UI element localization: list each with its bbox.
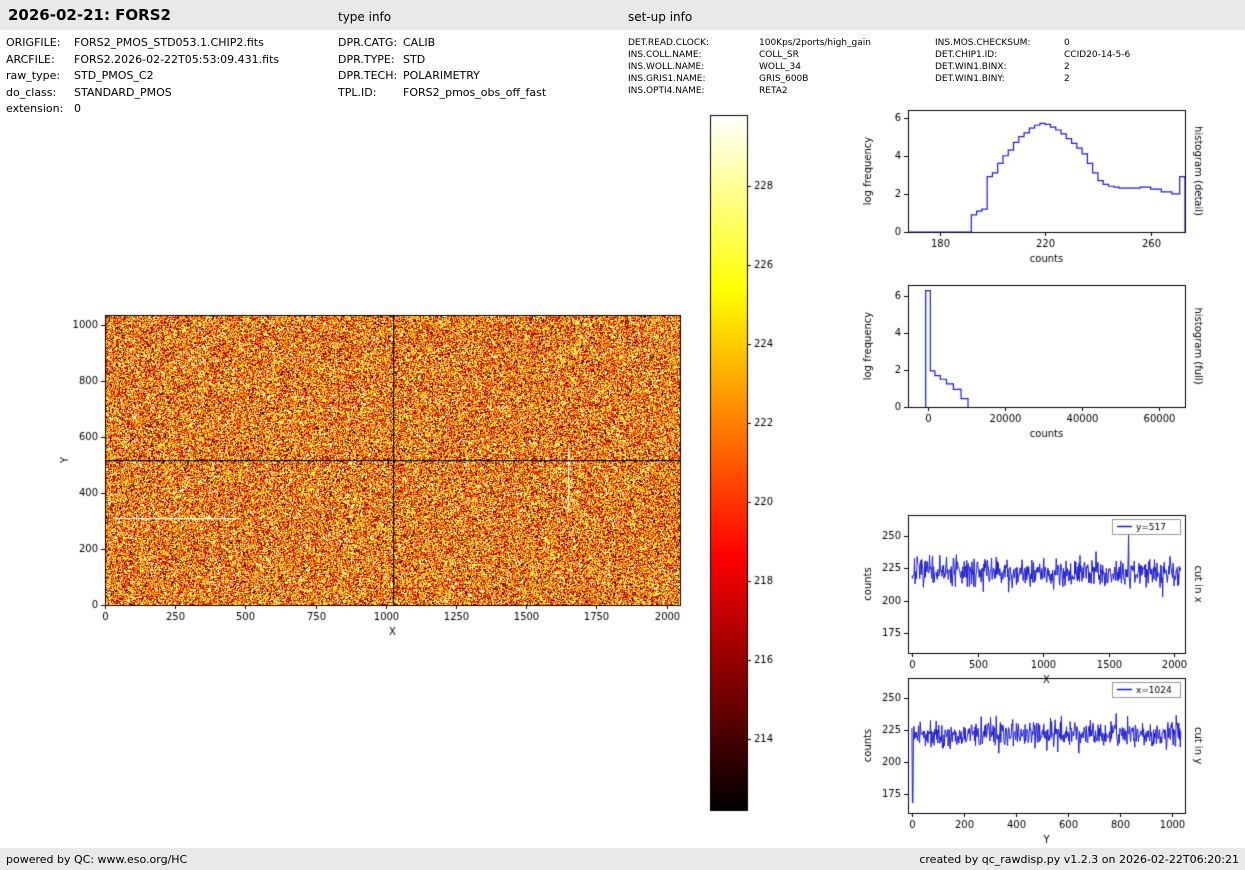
histogram-detail-plot	[850, 95, 1210, 285]
kv-label: INS.WOLL.NAME:	[628, 62, 705, 72]
setup-info-row: INS.WOLL.NAME: WOLL_34	[628, 61, 871, 73]
kv-value: STD	[403, 52, 426, 66]
setup-info-row: DET.CHIP1.ID: CCID20-14-5-6	[935, 49, 1130, 61]
kv-label: ORIGFILE:	[6, 36, 61, 49]
kv-label: ARCFILE:	[6, 52, 55, 66]
colorbar	[700, 100, 795, 820]
kv-label: INS.COLL.NAME:	[628, 50, 702, 60]
kv-label: INS.GRIS1.NAME:	[628, 74, 706, 84]
kv-value: STANDARD_PMOS	[74, 85, 172, 99]
kv-value: WOLL_34	[759, 62, 801, 72]
setup-info-block-1: DET.READ.CLOCK: 100Kps/2ports/high_gain …	[628, 37, 871, 97]
kv-value: POLARIMETRY	[403, 69, 480, 82]
kv-value: RETA2	[759, 86, 788, 96]
type-info-row: DPR.CATG: CALIB	[338, 35, 546, 52]
setup-info-row: INS.OPTI4.NAME: RETA2	[628, 85, 871, 97]
kv-value: CALIB	[403, 36, 436, 49]
kv-value: GRIS_600B	[759, 74, 809, 84]
kv-value: 2	[1064, 62, 1070, 72]
type-info-row: TPL.ID: FORS2_pmos_obs_off_fast	[338, 85, 546, 102]
setup-info-block-2: INS.MOS.CHECKSUM: 0 DET.CHIP1.ID: CCID20…	[935, 37, 1130, 85]
footer-left-text: powered by QC: www.eso.org/HC	[6, 852, 188, 866]
kv-label: DET.WIN1.BINX:	[935, 62, 1007, 72]
kv-value: 100Kps/2ports/high_gain	[759, 38, 871, 48]
type-info-heading: type info	[338, 10, 392, 24]
type-info-row: DPR.TECH: POLARIMETRY	[338, 68, 546, 85]
kv-label: DET.READ.CLOCK:	[628, 38, 710, 48]
type-info-row: DPR.TYPE: STD	[338, 52, 546, 69]
file-info-row: raw_type: STD_PMOS_C2	[6, 68, 279, 85]
type-info-block: DPR.CATG: CALIB DPR.TYPE: STD DPR.TECH: …	[338, 35, 546, 101]
kv-value: STD_PMOS_C2	[74, 69, 154, 82]
kv-value: FORS2.2026-02-22T05:53:09.431.fits	[74, 52, 280, 66]
kv-value: CCID20-14-5-6	[1064, 50, 1131, 60]
footer-right-text: created by qc_rawdisp.py v1.2.3 on 2026-…	[919, 852, 1239, 866]
kv-label: TPL.ID:	[338, 85, 377, 99]
kv-label: INS.MOS.CHECKSUM:	[935, 38, 1031, 48]
file-info-row: ORIGFILE: FORS2_PMOS_STD053.1.CHIP2.fits	[6, 35, 279, 52]
kv-value: 0	[74, 102, 81, 115]
kv-label: extension:	[6, 102, 64, 115]
kv-value: COLL_SR	[759, 50, 799, 60]
cut-in-y-plot	[850, 663, 1210, 853]
kv-label: DET.WIN1.BINY:	[935, 74, 1005, 84]
kv-value: 0	[1064, 38, 1070, 48]
kv-label: INS.OPTI4.NAME:	[628, 86, 705, 96]
kv-value: 2	[1064, 74, 1070, 84]
setup-info-row: DET.WIN1.BINX: 2	[935, 61, 1130, 73]
top-bar: 2026-02-21: FORS2 type info set-up info	[0, 0, 1245, 30]
qc-report-page: { "header": { "title": "2026-02-21: FORS…	[0, 0, 1245, 870]
kv-label: DET.CHIP1.ID:	[935, 50, 998, 60]
setup-info-row: DET.WIN1.BINY: 2	[935, 73, 1130, 85]
kv-label: DPR.TECH:	[338, 69, 398, 82]
page-title: 2026-02-21: FORS2	[8, 6, 171, 24]
histogram-full-plot	[850, 270, 1210, 460]
kv-value: FORS2_PMOS_STD053.1.CHIP2.fits	[74, 36, 264, 49]
file-info-row: do_class: STANDARD_PMOS	[6, 85, 279, 102]
cut-in-x-plot	[850, 500, 1210, 690]
setup-info-row: INS.COLL.NAME: COLL_SR	[628, 49, 871, 61]
file-info-row: extension: 0	[6, 101, 279, 118]
raw-image-plot	[30, 290, 700, 660]
setup-info-heading: set-up info	[628, 10, 693, 24]
kv-label: DPR.TYPE:	[338, 52, 395, 66]
file-info-row: ARCFILE: FORS2.2026-02-22T05:53:09.431.f…	[6, 52, 279, 69]
setup-info-row: INS.MOS.CHECKSUM: 0	[935, 37, 1130, 49]
kv-label: raw_type:	[6, 69, 61, 82]
setup-info-row: DET.READ.CLOCK: 100Kps/2ports/high_gain	[628, 37, 871, 49]
file-info-block: ORIGFILE: FORS2_PMOS_STD053.1.CHIP2.fits…	[6, 35, 279, 118]
kv-label: do_class:	[6, 85, 57, 99]
setup-info-row: INS.GRIS1.NAME: GRIS_600B	[628, 73, 871, 85]
footer-bar: powered by QC: www.eso.org/HC created by…	[0, 848, 1245, 870]
kv-value: FORS2_pmos_obs_off_fast	[403, 85, 547, 99]
kv-label: DPR.CATG:	[338, 36, 398, 49]
